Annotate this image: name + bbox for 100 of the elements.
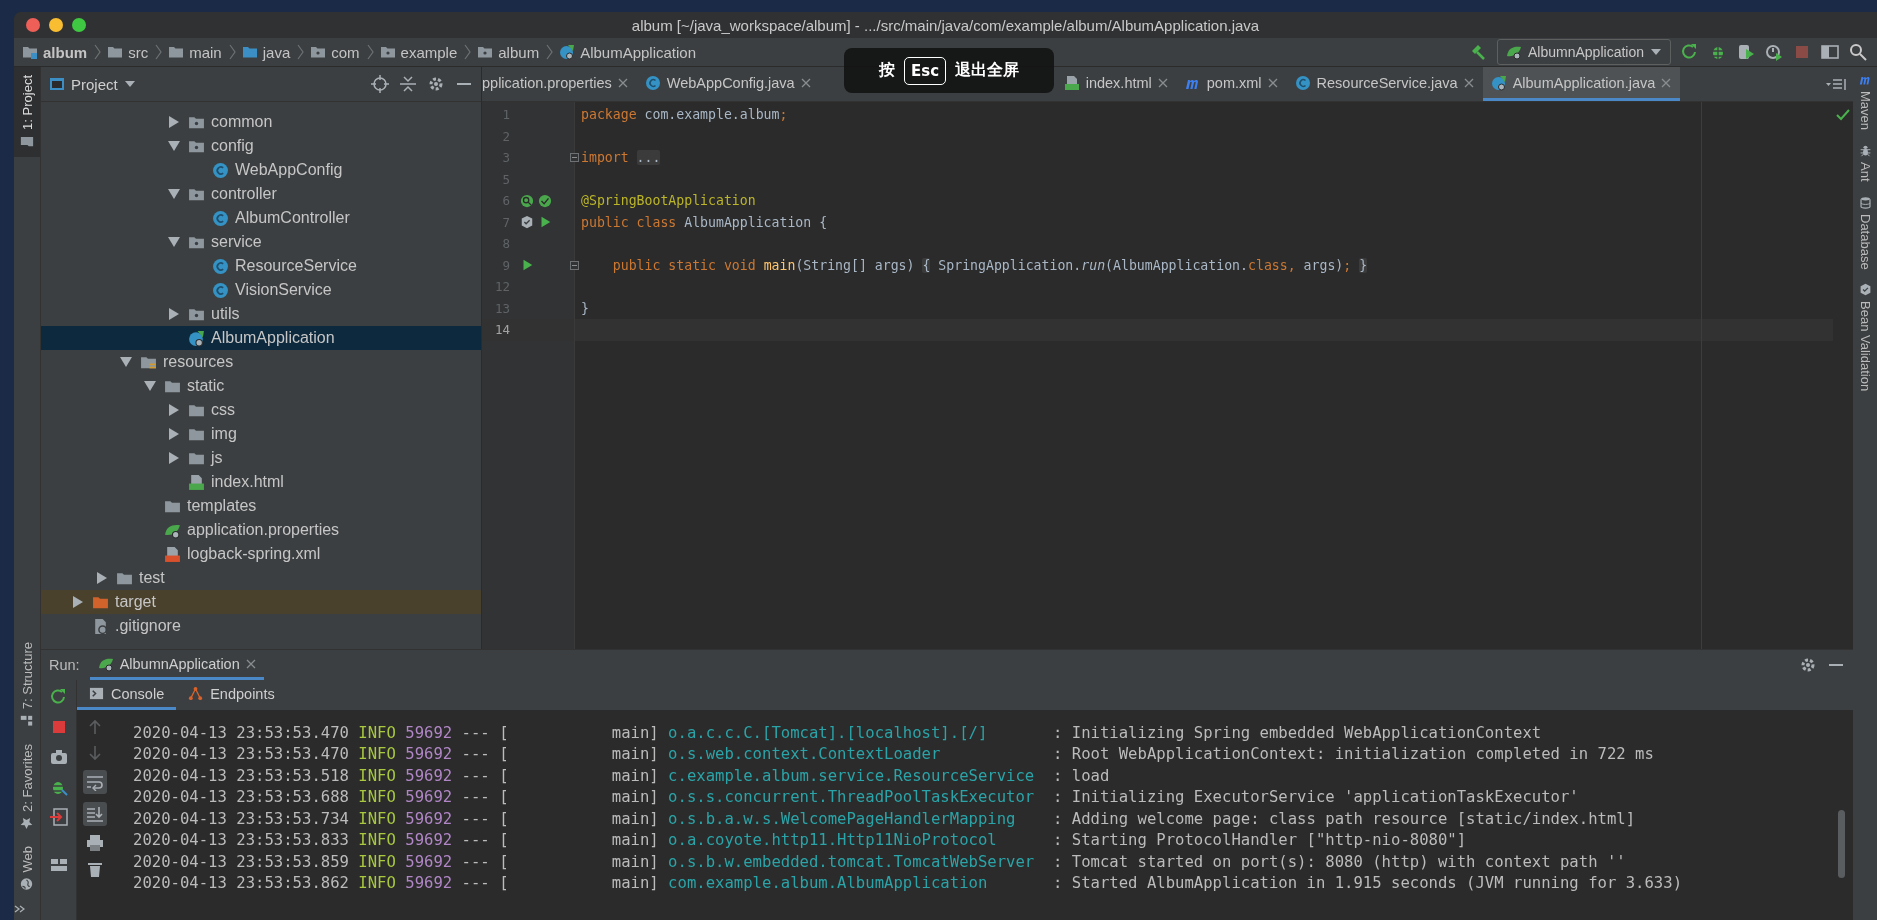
collapsed-arrow-icon[interactable]	[167, 404, 180, 416]
layout-icon[interactable]	[49, 856, 68, 874]
editor-tab[interactable]: pplication.properties	[482, 67, 637, 101]
soft-wrap-button[interactable]	[82, 770, 107, 794]
tool-window-tab[interactable]: 1: Project	[14, 67, 40, 157]
tool-window-tab[interactable]: Web	[14, 837, 40, 898]
expanded-arrow-icon[interactable]	[119, 356, 132, 368]
breadcrumb-item[interactable]: main	[166, 41, 224, 63]
tool-window-tab[interactable]: Bean Validation	[1857, 283, 1873, 392]
scroll-to-end-button[interactable]	[82, 802, 107, 826]
search-icon[interactable]	[1849, 43, 1867, 61]
collapsed-arrow-icon[interactable]	[167, 452, 180, 464]
settings-icon[interactable]	[1799, 656, 1817, 674]
minimize-button[interactable]	[49, 18, 63, 32]
close-icon[interactable]	[245, 658, 256, 669]
spring-class-icon	[559, 44, 576, 60]
exit-icon[interactable]	[49, 808, 68, 826]
editor-tab[interactable]: pom.xml	[1176, 67, 1287, 101]
tree-item[interactable]: test	[41, 566, 481, 590]
class-icon	[212, 281, 229, 299]
collapse-icon[interactable]	[399, 75, 417, 93]
tree-item[interactable]: common	[41, 110, 481, 134]
source-folder-icon	[241, 44, 258, 60]
project-view-dropdown[interactable]: Project	[49, 75, 136, 93]
collapsed-arrow-icon[interactable]	[95, 572, 108, 584]
breadcrumb-item[interactable]: example	[377, 41, 460, 63]
tree-item[interactable]: utils	[41, 302, 481, 326]
tree-item[interactable]: AlbumApplication	[41, 326, 481, 350]
code-line: }	[581, 300, 589, 316]
tree-item[interactable]: service	[41, 230, 481, 254]
fullscreen-button[interactable]	[72, 18, 86, 32]
expanded-arrow-icon[interactable]	[167, 188, 180, 200]
console-tab[interactable]: Endpoints	[176, 680, 287, 710]
breadcrumb-item[interactable]: src	[105, 41, 151, 63]
tree-item[interactable]: WebAppConfig	[41, 158, 481, 182]
settings-icon[interactable]	[427, 75, 445, 93]
close-icon[interactable]	[1157, 77, 1168, 88]
tab-list-icon[interactable]	[1825, 76, 1847, 92]
coverage-icon[interactable]	[1737, 43, 1755, 61]
log-pid: 59692	[405, 831, 453, 850]
breadcrumb-item[interactable]: album	[20, 41, 90, 63]
collapsed-arrow-icon[interactable]	[71, 596, 84, 608]
tree-item[interactable]: css	[41, 398, 481, 422]
rerun-icon[interactable]	[1681, 43, 1699, 61]
close-icon[interactable]	[1267, 77, 1278, 88]
camera-icon[interactable]	[49, 748, 68, 766]
locate-icon[interactable]	[371, 75, 389, 93]
spring-class-icon	[188, 329, 205, 347]
close-icon[interactable]	[800, 77, 811, 88]
breadcrumb-item[interactable]: com	[308, 41, 362, 63]
run-configuration-dropdown[interactable]: AlbumnApplication	[1497, 39, 1671, 65]
tree-item[interactable]: .gitignore	[41, 614, 481, 638]
tree-item[interactable]: resources	[41, 350, 481, 374]
close-icon[interactable]	[617, 77, 628, 88]
layout-icon[interactable]	[1821, 43, 1839, 61]
expanded-arrow-icon[interactable]	[167, 236, 180, 248]
tool-window-tab[interactable]: Database	[1857, 195, 1873, 270]
tool-window-tab[interactable]: Maven	[1857, 73, 1873, 131]
print-icon[interactable]	[85, 834, 104, 852]
tree-item[interactable]: ResourceService	[41, 254, 481, 278]
collapsed-arrow-icon[interactable]	[167, 116, 180, 128]
breadcrumb-item[interactable]: AlbumApplication	[557, 41, 699, 63]
profiler-icon[interactable]	[1765, 43, 1783, 61]
tree-item[interactable]: VisionService	[41, 278, 481, 302]
tree-item[interactable]: target	[41, 590, 481, 614]
tree-item[interactable]: templates	[41, 494, 481, 518]
package-folder-icon	[477, 44, 494, 60]
collapsed-arrow-icon[interactable]	[167, 428, 180, 440]
fold-marker-icon[interactable]	[570, 153, 579, 163]
log-logger: o.s.b.w.embedded.tomcat.TomcatWebServer	[668, 852, 1035, 871]
breadcrumb-item[interactable]: album	[475, 41, 542, 63]
tree-item[interactable]: AlbumController	[41, 206, 481, 230]
log-separator: ---	[461, 766, 490, 785]
scrollbar-thumb[interactable]	[1838, 810, 1845, 878]
tree-item[interactable]: logback-spring.xml	[41, 542, 481, 566]
chevron-icon	[365, 44, 374, 60]
expanded-arrow-icon[interactable]	[143, 380, 156, 392]
tree-item[interactable]: controller	[41, 182, 481, 206]
tree-item[interactable]: js	[41, 446, 481, 470]
close-button[interactable]	[26, 18, 40, 32]
fold-marker-icon[interactable]	[570, 260, 579, 270]
tree-item[interactable]: config	[41, 134, 481, 158]
tool-window-tab[interactable]: 7: Structure	[14, 634, 40, 736]
tool-window-tab[interactable]: Ant	[1857, 144, 1873, 182]
breadcrumb-item[interactable]: java	[239, 41, 293, 63]
rerun-icon[interactable]	[49, 688, 68, 706]
editor-tab[interactable]: ResourceService.java	[1286, 67, 1483, 101]
editor-tab[interactable]: WebAppConfig.java	[636, 67, 820, 101]
chevron-icon	[463, 44, 472, 60]
collapsed-arrow-icon[interactable]	[167, 308, 180, 320]
tool-window-tab[interactable]: 2: Favorites	[14, 735, 40, 838]
editor-tab[interactable]: index.html	[1055, 67, 1177, 101]
tree-item[interactable]: index.html	[41, 470, 481, 494]
editor-tab[interactable]: AlbumApplication.java	[1482, 67, 1681, 101]
trash-icon[interactable]	[85, 860, 104, 878]
tree-item[interactable]: application.properties	[41, 518, 481, 542]
tree-item[interactable]: static	[41, 374, 481, 398]
close-icon[interactable]	[1463, 77, 1474, 88]
tree-item[interactable]: img	[41, 422, 481, 446]
expanded-arrow-icon[interactable]	[167, 140, 180, 152]
